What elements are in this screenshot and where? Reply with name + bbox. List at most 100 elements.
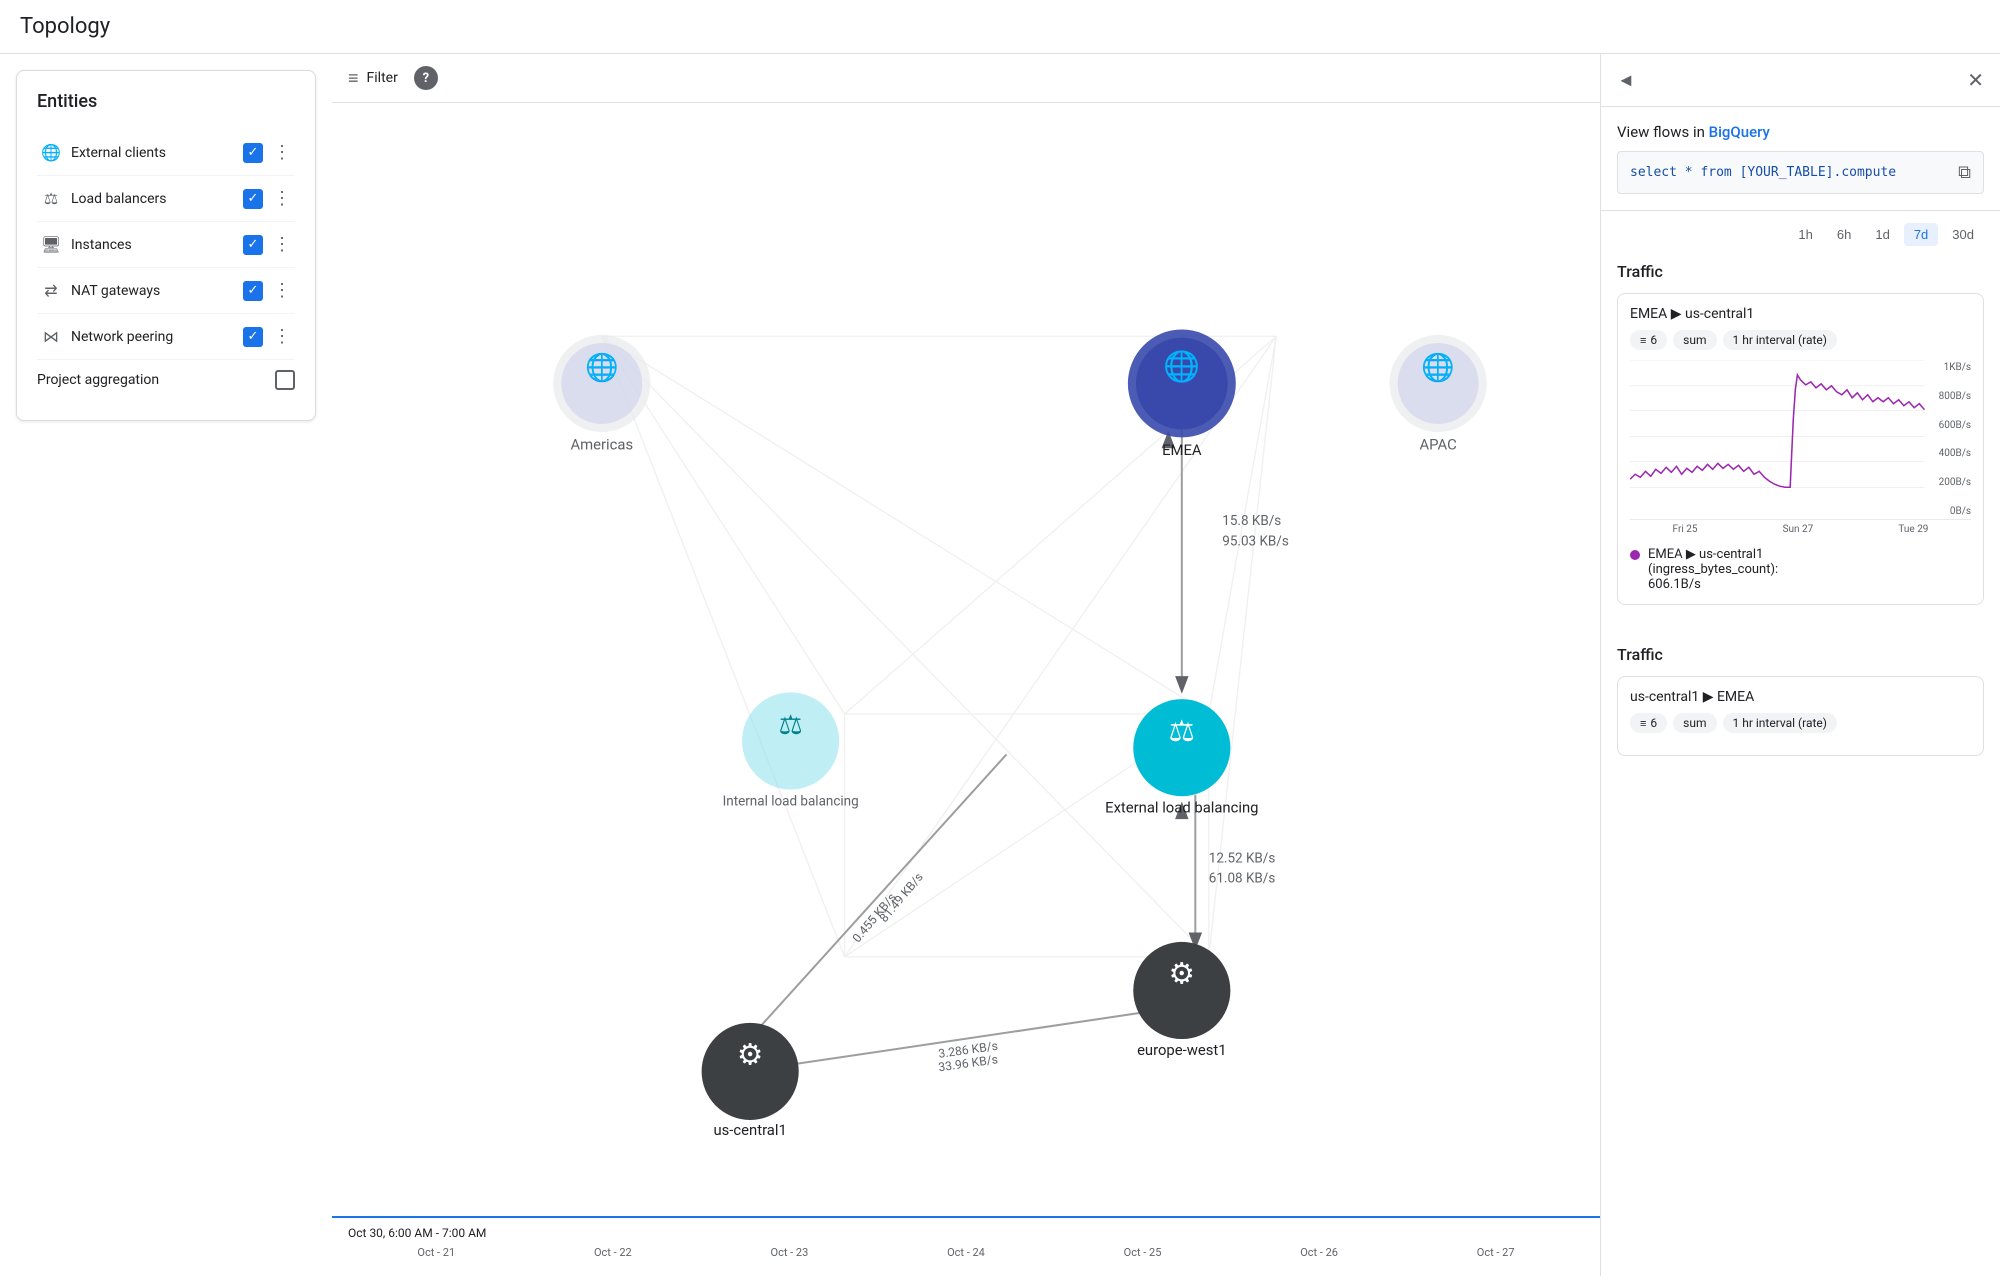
tick-2: Oct - 23	[771, 1246, 809, 1259]
svg-text:🌐: 🌐	[1163, 350, 1200, 385]
svg-text:EMEA: EMEA	[1162, 441, 1202, 459]
badge-interval[interactable]: 1 hr interval (rate)	[1723, 330, 1837, 350]
query-box: select * from [YOUR_TABLE].compute ⧉	[1617, 151, 1984, 194]
external-clients-checkbox[interactable]: ✓	[243, 143, 263, 163]
chart-y-labels: 1KB/s 800B/s 600B/s 400B/s 200B/s 0B/s	[1926, 360, 1971, 519]
close-button[interactable]: ✕	[1967, 68, 1984, 92]
project-aggregation-label: Project aggregation	[37, 372, 275, 388]
entity-row-nat-gateways: ⇄ NAT gateways ✓ ⋮	[37, 268, 295, 314]
node-internal-lb[interactable]: ⚖ Internal load balancing	[723, 692, 859, 809]
network-peering-icon: ⋈	[37, 327, 65, 346]
time-btn-1h[interactable]: 1h	[1788, 223, 1822, 246]
flow-emea-lb-down: 15.8 KB/s	[1222, 513, 1281, 529]
time-btn-6h[interactable]: 6h	[1827, 223, 1861, 246]
svg-text:🌐: 🌐	[585, 352, 619, 384]
traffic-badges-1: ≡ 6 sum 1 hr interval (rate)	[1630, 330, 1971, 350]
instances-menu[interactable]: ⋮	[269, 230, 295, 259]
svg-text:⚙: ⚙	[737, 1038, 764, 1073]
traffic-section-2: Traffic us-central1 ▶ EMEA ≡ 6 sum 1 hr …	[1601, 641, 2000, 788]
copy-icon[interactable]: ⧉	[1958, 162, 1971, 183]
topology-svg[interactable]: 15.8 KB/s 95.03 KB/s 12.52 KB/s 61.08 KB…	[332, 103, 1600, 1217]
query-text: select * from [YOUR_TABLE].compute	[1630, 165, 1896, 180]
filter-icon: ≡	[348, 68, 359, 89]
entity-row-load-balancers: ⚖ Load balancers ✓ ⋮	[37, 176, 295, 222]
time-range-bar: 1h 6h 1d 7d 30d	[1601, 211, 2000, 258]
traffic-title-1: Traffic	[1617, 262, 1984, 281]
instances-icon: 🖥	[37, 235, 65, 254]
right-panel: ◄ ✕ View flows in BigQuery select * from…	[1600, 54, 2000, 1276]
badge-sum-2[interactable]: sum	[1673, 713, 1716, 733]
traffic-card-2: us-central1 ▶ EMEA ≡ 6 sum 1 hr interval…	[1617, 676, 1984, 756]
svg-text:🌐: 🌐	[1421, 352, 1455, 384]
traffic-card-2-direction: us-central1 ▶ EMEA	[1630, 689, 1971, 705]
badge-sum[interactable]: sum	[1673, 330, 1716, 350]
entity-row-network-peering: ⋈ Network peering ✓ ⋮	[37, 314, 295, 360]
svg-text:Americas: Americas	[570, 436, 633, 454]
bigquery-section: View flows in BigQuery select * from [YO…	[1601, 107, 2000, 211]
legend-label: EMEA ▶ us-central1	[1648, 547, 1778, 562]
tick-1: Oct - 22	[594, 1246, 632, 1259]
nat-gateways-menu[interactable]: ⋮	[269, 276, 295, 305]
svg-text:⚖: ⚖	[779, 709, 803, 741]
timeline: Oct 30, 6:00 AM - 7:00 AM Oct - 21 Oct -…	[332, 1216, 1600, 1276]
node-us-central1[interactable]: ⚙ us-central1	[702, 1023, 799, 1139]
tick-5: Oct - 26	[1300, 1246, 1338, 1259]
project-aggregation-checkbox[interactable]	[275, 370, 295, 390]
network-peering-menu[interactable]: ⋮	[269, 322, 295, 351]
traffic-card-1-direction: EMEA ▶ us-central1	[1630, 306, 1971, 322]
badge-interval-2[interactable]: 1 hr interval (rate)	[1723, 713, 1837, 733]
nat-gateways-checkbox[interactable]: ✓	[243, 281, 263, 301]
time-btn-1d[interactable]: 1d	[1865, 223, 1899, 246]
svg-text:us-central1: us-central1	[713, 1121, 786, 1139]
svg-text:Internal load balancing: Internal load balancing	[723, 794, 859, 810]
flow-lb-europe-up: 61.08 KB/s	[1209, 871, 1276, 887]
traffic-legend-1: EMEA ▶ us-central1 (ingress_bytes_count)…	[1630, 547, 1971, 592]
svg-text:APAC: APAC	[1419, 436, 1456, 454]
entity-row-instances: 🖥 Instances ✓ ⋮	[37, 222, 295, 268]
network-peering-checkbox[interactable]: ✓	[243, 327, 263, 347]
traffic-badges-2: ≡ 6 sum 1 hr interval (rate)	[1630, 713, 1971, 733]
bigquery-title: View flows in BigQuery	[1617, 123, 1984, 141]
flow-lb-europe-down: 12.52 KB/s	[1209, 850, 1276, 866]
network-peering-label: Network peering	[71, 329, 243, 345]
timeline-range-label: Oct 30, 6:00 AM - 7:00 AM	[348, 1226, 1584, 1240]
external-clients-icon: 🌐	[37, 143, 65, 162]
svg-text:europe-west1: europe-west1	[1137, 1041, 1227, 1059]
canvas-wrapper[interactable]: 15.8 KB/s 95.03 KB/s 12.52 KB/s 61.08 KB…	[332, 103, 1600, 1217]
load-balancers-menu[interactable]: ⋮	[269, 184, 295, 213]
legend-dot	[1630, 550, 1640, 560]
tick-6: Oct - 27	[1477, 1246, 1515, 1259]
external-clients-menu[interactable]: ⋮	[269, 138, 295, 167]
bigquery-link[interactable]: BigQuery	[1709, 123, 1770, 141]
topology-area[interactable]: ≡ Filter ?	[332, 54, 1600, 1276]
traffic-title-2: Traffic	[1617, 645, 1984, 664]
time-btn-30d[interactable]: 30d	[1942, 223, 1984, 246]
node-europe-west1[interactable]: ⚙ europe-west1	[1133, 942, 1230, 1059]
filter-bar: ≡ Filter ?	[332, 54, 1600, 103]
tick-0: Oct - 21	[417, 1246, 455, 1259]
time-btn-7d[interactable]: 7d	[1904, 223, 1938, 246]
nat-gateways-label: NAT gateways	[71, 283, 243, 299]
filter-label: Filter	[367, 70, 398, 86]
flow-emea-lb-up: 95.03 KB/s	[1222, 533, 1289, 549]
traffic-card-1: EMEA ▶ us-central1 ≡ 6 sum 1 hr interval…	[1617, 293, 1984, 605]
instances-checkbox[interactable]: ✓	[243, 235, 263, 255]
load-balancers-icon: ⚖	[37, 189, 65, 208]
legend-sub: (ingress_bytes_count):	[1648, 562, 1778, 577]
chart-x-labels: Fri 25 Sun 27 Tue 29	[1630, 520, 1971, 539]
project-aggregation-row: Project aggregation	[37, 360, 295, 400]
traffic-chart-1: 1KB/s 800B/s 600B/s 400B/s 200B/s 0B/s	[1630, 360, 1971, 520]
entities-panel: Entities 🌐 External clients ✓ ⋮ ⚖ Load b…	[16, 70, 316, 421]
badge-filter-2[interactable]: ≡ 6	[1630, 713, 1667, 733]
entities-title: Entities	[37, 91, 295, 112]
svg-text:External load balancing: External load balancing	[1105, 798, 1258, 816]
svg-text:⚖: ⚖	[1169, 714, 1196, 749]
badge-filter[interactable]: ≡ 6	[1630, 330, 1667, 350]
node-apac[interactable]: 🌐 APAC	[1390, 335, 1487, 454]
collapse-icon[interactable]: ◄	[1617, 70, 1635, 91]
load-balancers-label: Load balancers	[71, 191, 243, 207]
node-americas[interactable]: 🌐 Americas	[553, 335, 650, 454]
load-balancers-checkbox[interactable]: ✓	[243, 189, 263, 209]
help-icon[interactable]: ?	[414, 66, 438, 90]
svg-text:⚙: ⚙	[1169, 957, 1196, 992]
